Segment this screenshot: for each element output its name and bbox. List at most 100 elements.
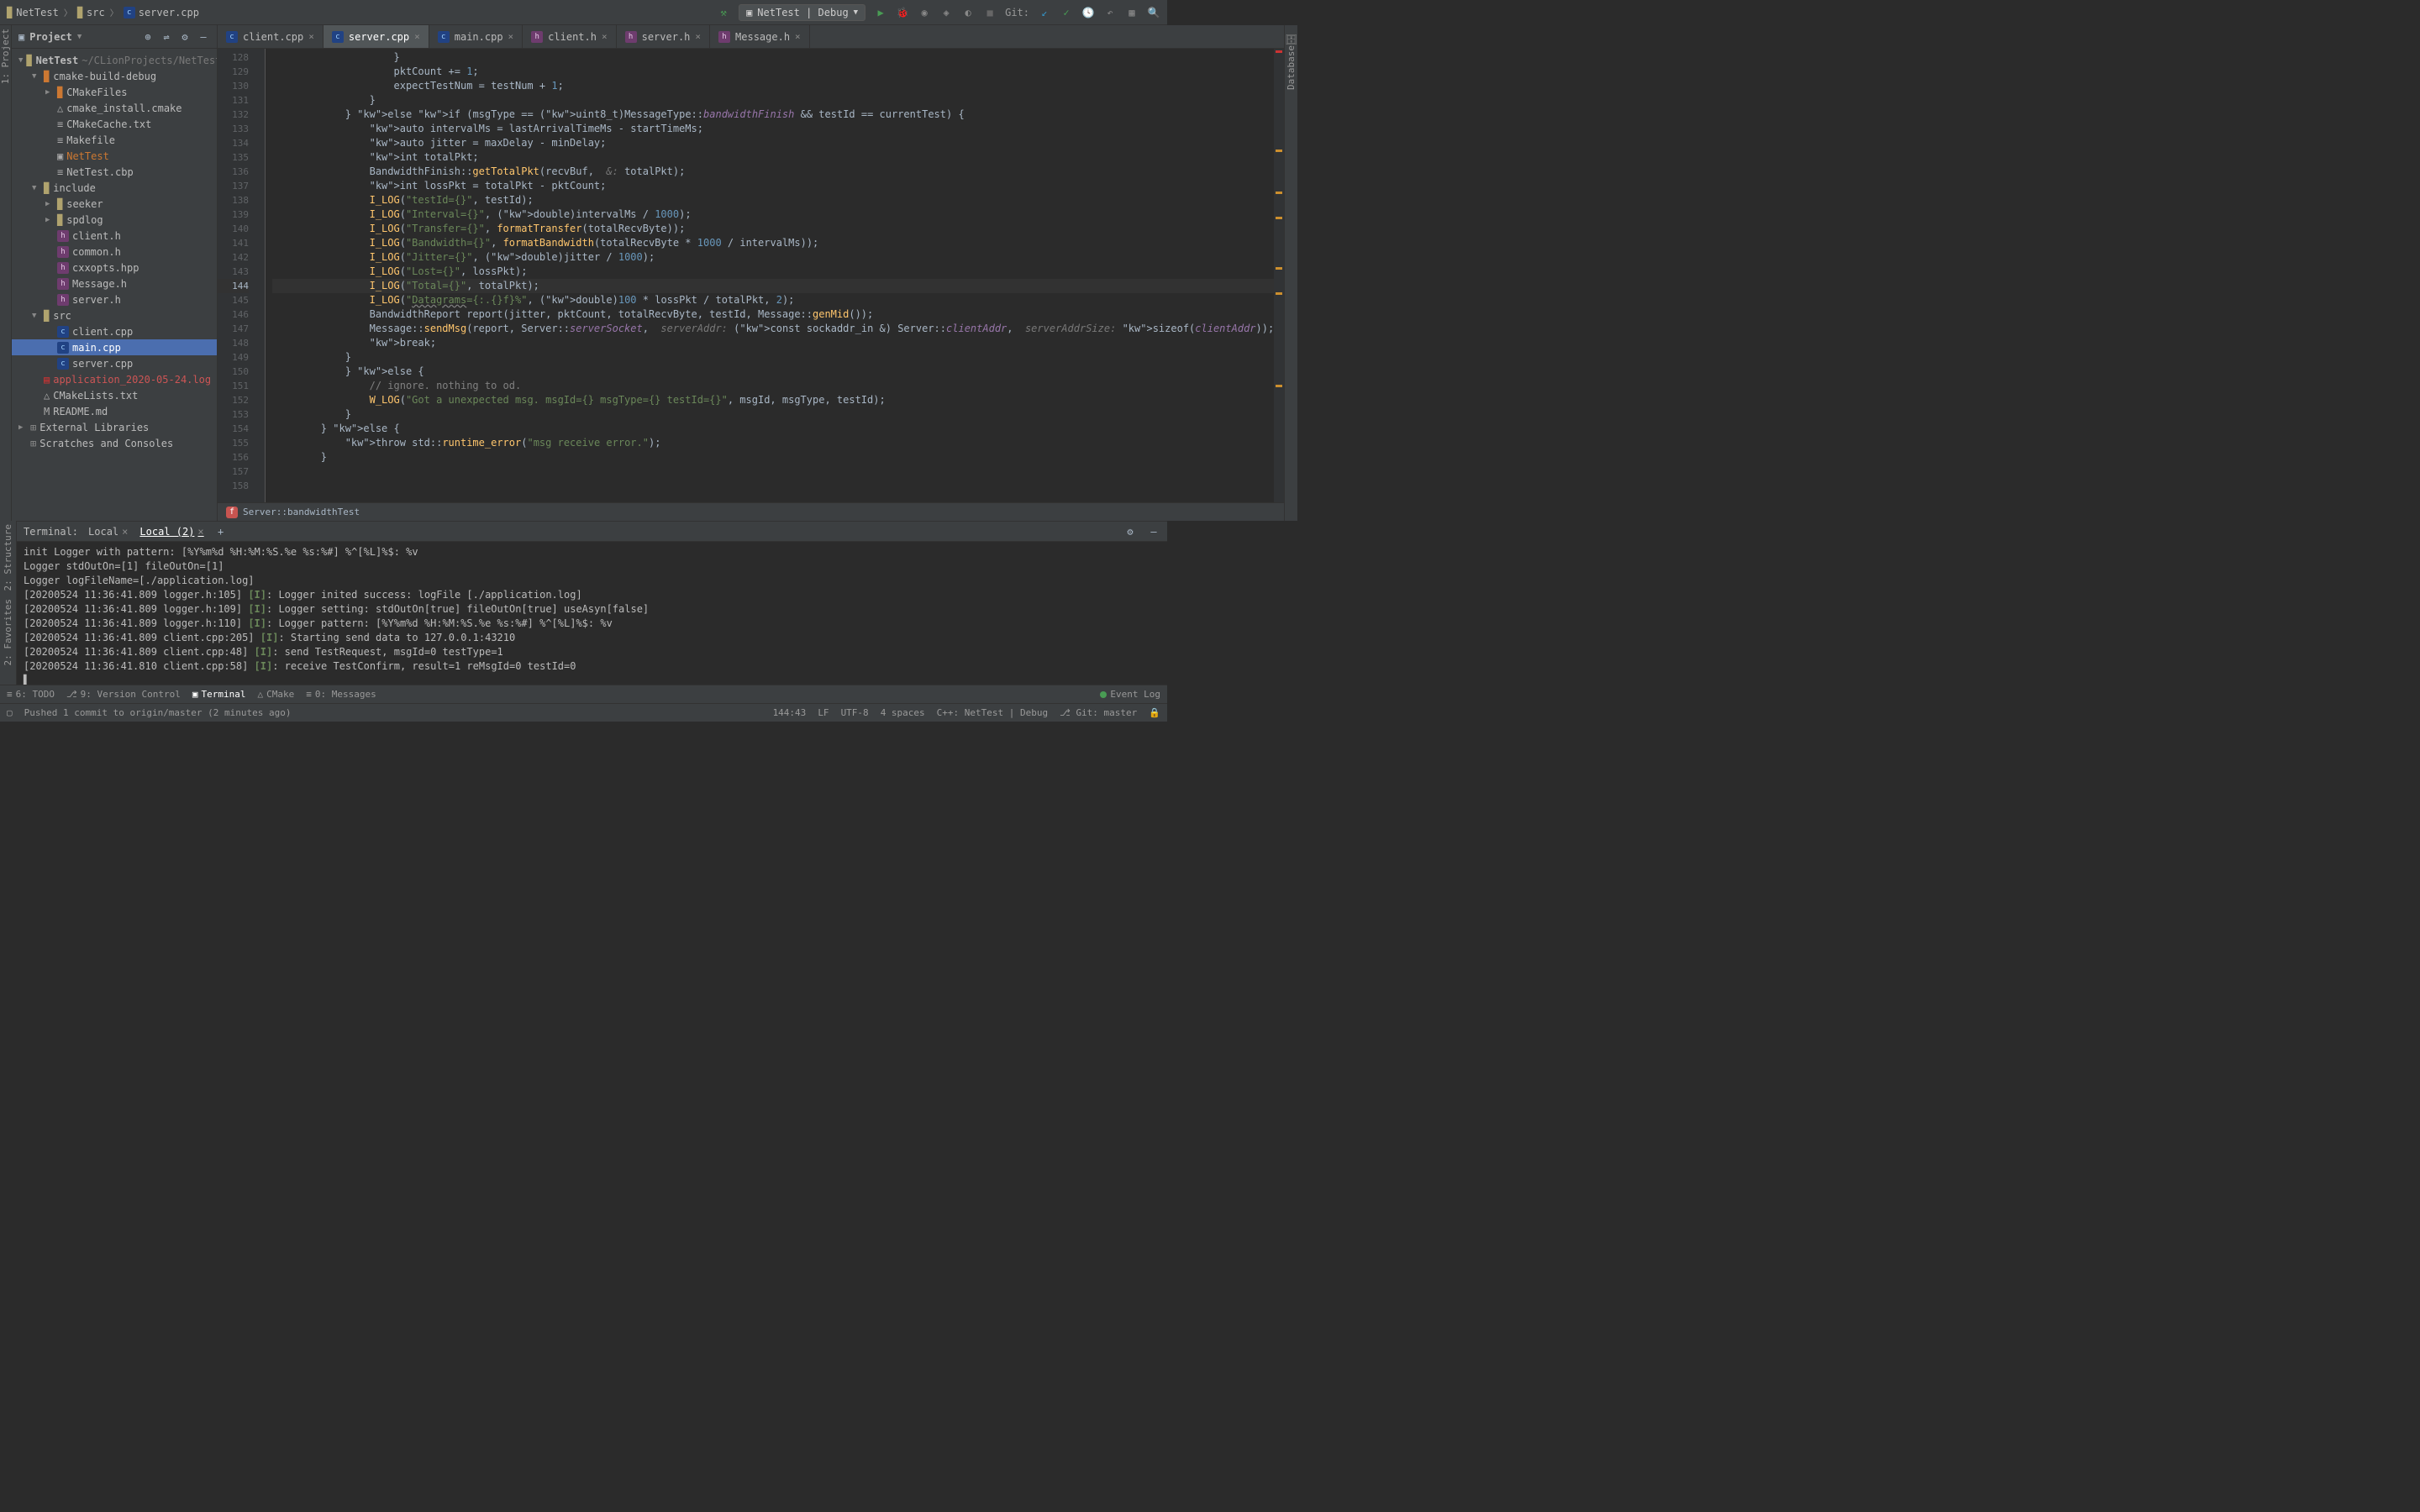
git-commit-icon[interactable]: ✓ [1060,6,1073,19]
tree-item[interactable]: ▤ application_2020-05-24.log [12,371,217,387]
line-separator[interactable]: LF [818,707,829,718]
tree-item[interactable]: △ CMakeLists.txt [12,387,217,403]
git-revert-icon[interactable]: ↶ [1103,6,1117,19]
close-icon[interactable]: × [122,526,128,538]
tree-item[interactable]: ▼ ▉ cmake-build-debug [12,68,217,84]
coverage-icon[interactable]: ◉ [918,6,931,19]
breadcrumb-folder[interactable]: ▉ src [77,7,105,18]
tree-item[interactable]: c main.cpp [12,339,217,355]
editor-tab[interactable]: c server.cpp × [324,25,429,48]
tree-item[interactable]: M README.md [12,403,217,419]
chevron-down-icon[interactable]: ▼ [77,33,82,41]
tree-item[interactable]: ≡ CMakeCache.txt [12,116,217,132]
cursor-position[interactable]: 144:43 [773,707,807,718]
profile-icon[interactable]: ◈ [939,6,953,19]
breadcrumb-file[interactable]: c server.cpp [124,7,199,18]
code-viewport[interactable]: 1281291301311321331341351361371381391401… [218,49,1284,502]
hide-icon[interactable]: — [1147,525,1160,538]
cmake-tool[interactable]: △ CMake [258,689,295,700]
warning-marker[interactable] [1276,217,1282,219]
context-info[interactable]: C++: NetTest | Debug [937,707,1048,718]
gear-icon[interactable]: ⚙ [1123,525,1137,538]
terminal-output[interactable]: init Logger with pattern: [%Y%m%d %H:%M:… [17,542,1167,685]
close-icon[interactable]: × [508,31,514,42]
attach-icon[interactable]: ◐ [961,6,975,19]
tree-item[interactable]: h server.h [12,291,217,307]
tree-item[interactable]: h client.h [12,228,217,244]
editor-tab[interactable]: h server.h × [617,25,710,48]
tree-item[interactable]: h cxxopts.hpp [12,260,217,276]
tree-item[interactable]: ▶ ▉ seeker [12,196,217,212]
rail-favorites-tab[interactable]: 2: Favorites [3,599,13,665]
tree-extra-item[interactable]: ▶ ⊞ External Libraries [12,419,217,435]
warning-marker[interactable] [1276,192,1282,194]
editor-tab[interactable]: h client.h × [523,25,616,48]
event-log-tool[interactable]: Event Log [1100,689,1160,700]
todo-tool[interactable]: ≡ 6: TODO [7,689,55,700]
terminal-tab[interactable]: Local × [88,526,128,538]
close-icon[interactable]: × [308,31,314,42]
git-update-icon[interactable]: ↙ [1038,6,1051,19]
tree-item[interactable]: △ cmake_install.cmake [12,100,217,116]
hammer-build-icon[interactable]: ⚒ [717,6,730,19]
tree-item[interactable]: c server.cpp [12,355,217,371]
editor-tab[interactable]: h Message.h × [710,25,810,48]
tree-root[interactable]: ▼ ▉ NetTest ~/CLionProjects/NetTest [12,52,217,68]
locate-icon[interactable]: ⊕ [141,30,155,44]
run-config-select[interactable]: ▣ NetTest | Debug ▼ [739,4,865,21]
search-icon[interactable]: 🔍 [1147,6,1160,19]
ide-settings-icon[interactable]: ▦ [1125,6,1139,19]
tool-windows-icon[interactable]: ▢ [7,707,13,718]
gear-icon[interactable]: ⚙ [178,30,192,44]
encoding[interactable]: UTF-8 [841,707,869,718]
branch-info[interactable]: ⎇ Git: master [1060,707,1137,718]
tree-item[interactable]: ▼ ▉ include [12,180,217,196]
warning-marker[interactable] [1276,267,1282,270]
tree-item[interactable]: ▣ NetTest [12,148,217,164]
project-tree[interactable]: ▼ ▉ NetTest ~/CLionProjects/NetTest ▼ ▉ … [12,49,217,454]
tree-item[interactable]: ▶ ▉ spdlog [12,212,217,228]
error-marker[interactable] [1276,50,1282,53]
tree-extra-item[interactable]: ⊞ Scratches and Consoles [12,435,217,451]
rail-project-tab[interactable]: 1: Project [0,29,11,84]
git-history-icon[interactable]: 🕓 [1081,6,1095,19]
tree-item[interactable]: ▼ ▉ src [12,307,217,323]
lock-icon[interactable]: 🔒 [1149,707,1160,718]
indent-info[interactable]: 4 spaces [881,707,925,718]
terminal-tool[interactable]: ▣ Terminal [192,689,246,700]
close-icon[interactable]: × [414,31,420,42]
close-icon[interactable]: × [602,31,608,42]
hide-icon[interactable]: — [197,30,210,44]
tree-item[interactable]: h common.h [12,244,217,260]
warning-marker[interactable] [1276,385,1282,387]
debug-icon[interactable]: 🐞 [896,6,909,19]
stop-icon[interactable]: ■ [983,6,997,19]
close-icon[interactable]: × [197,526,203,538]
code-content[interactable]: } pktCount += 1; expectTestNum = testNum… [266,49,1274,502]
tree-item[interactable]: ≡ Makefile [12,132,217,148]
run-icon[interactable]: ▶ [874,6,887,19]
new-terminal-icon[interactable]: + [214,525,228,538]
tree-item[interactable]: h Message.h [12,276,217,291]
tree-item[interactable]: c client.cpp [12,323,217,339]
marker-bar[interactable] [1274,49,1284,502]
messages-tool[interactable]: ≡ 0: Messages [306,689,376,700]
collapse-icon[interactable]: ⇌ [160,30,173,44]
close-icon[interactable]: × [695,31,701,42]
vcs-tool[interactable]: ⎇ 9: Version Control [66,689,181,700]
code-breadcrumb-fn[interactable]: Server::bandwidthTest [243,507,360,517]
warning-marker[interactable] [1276,292,1282,295]
rail-database-tab[interactable]: Database [1286,45,1297,90]
database-icon[interactable]: 🗄 [1285,34,1297,45]
editor-tab[interactable]: c client.cpp × [218,25,324,48]
close-icon[interactable]: × [795,31,801,42]
warning-marker[interactable] [1276,150,1282,152]
breadcrumb-project[interactable]: ▉ NetTest [7,7,59,18]
rail-structure-tab[interactable]: 2: Structure [3,524,13,591]
cpp-file-icon: c [438,31,450,43]
tree-item[interactable]: ▶ ▉ CMakeFiles [12,84,217,100]
fold-gutter[interactable] [255,49,266,502]
tree-item[interactable]: ≡ NetTest.cbp [12,164,217,180]
terminal-tab[interactable]: Local (2) × [139,526,203,538]
editor-tab[interactable]: c main.cpp × [429,25,523,48]
